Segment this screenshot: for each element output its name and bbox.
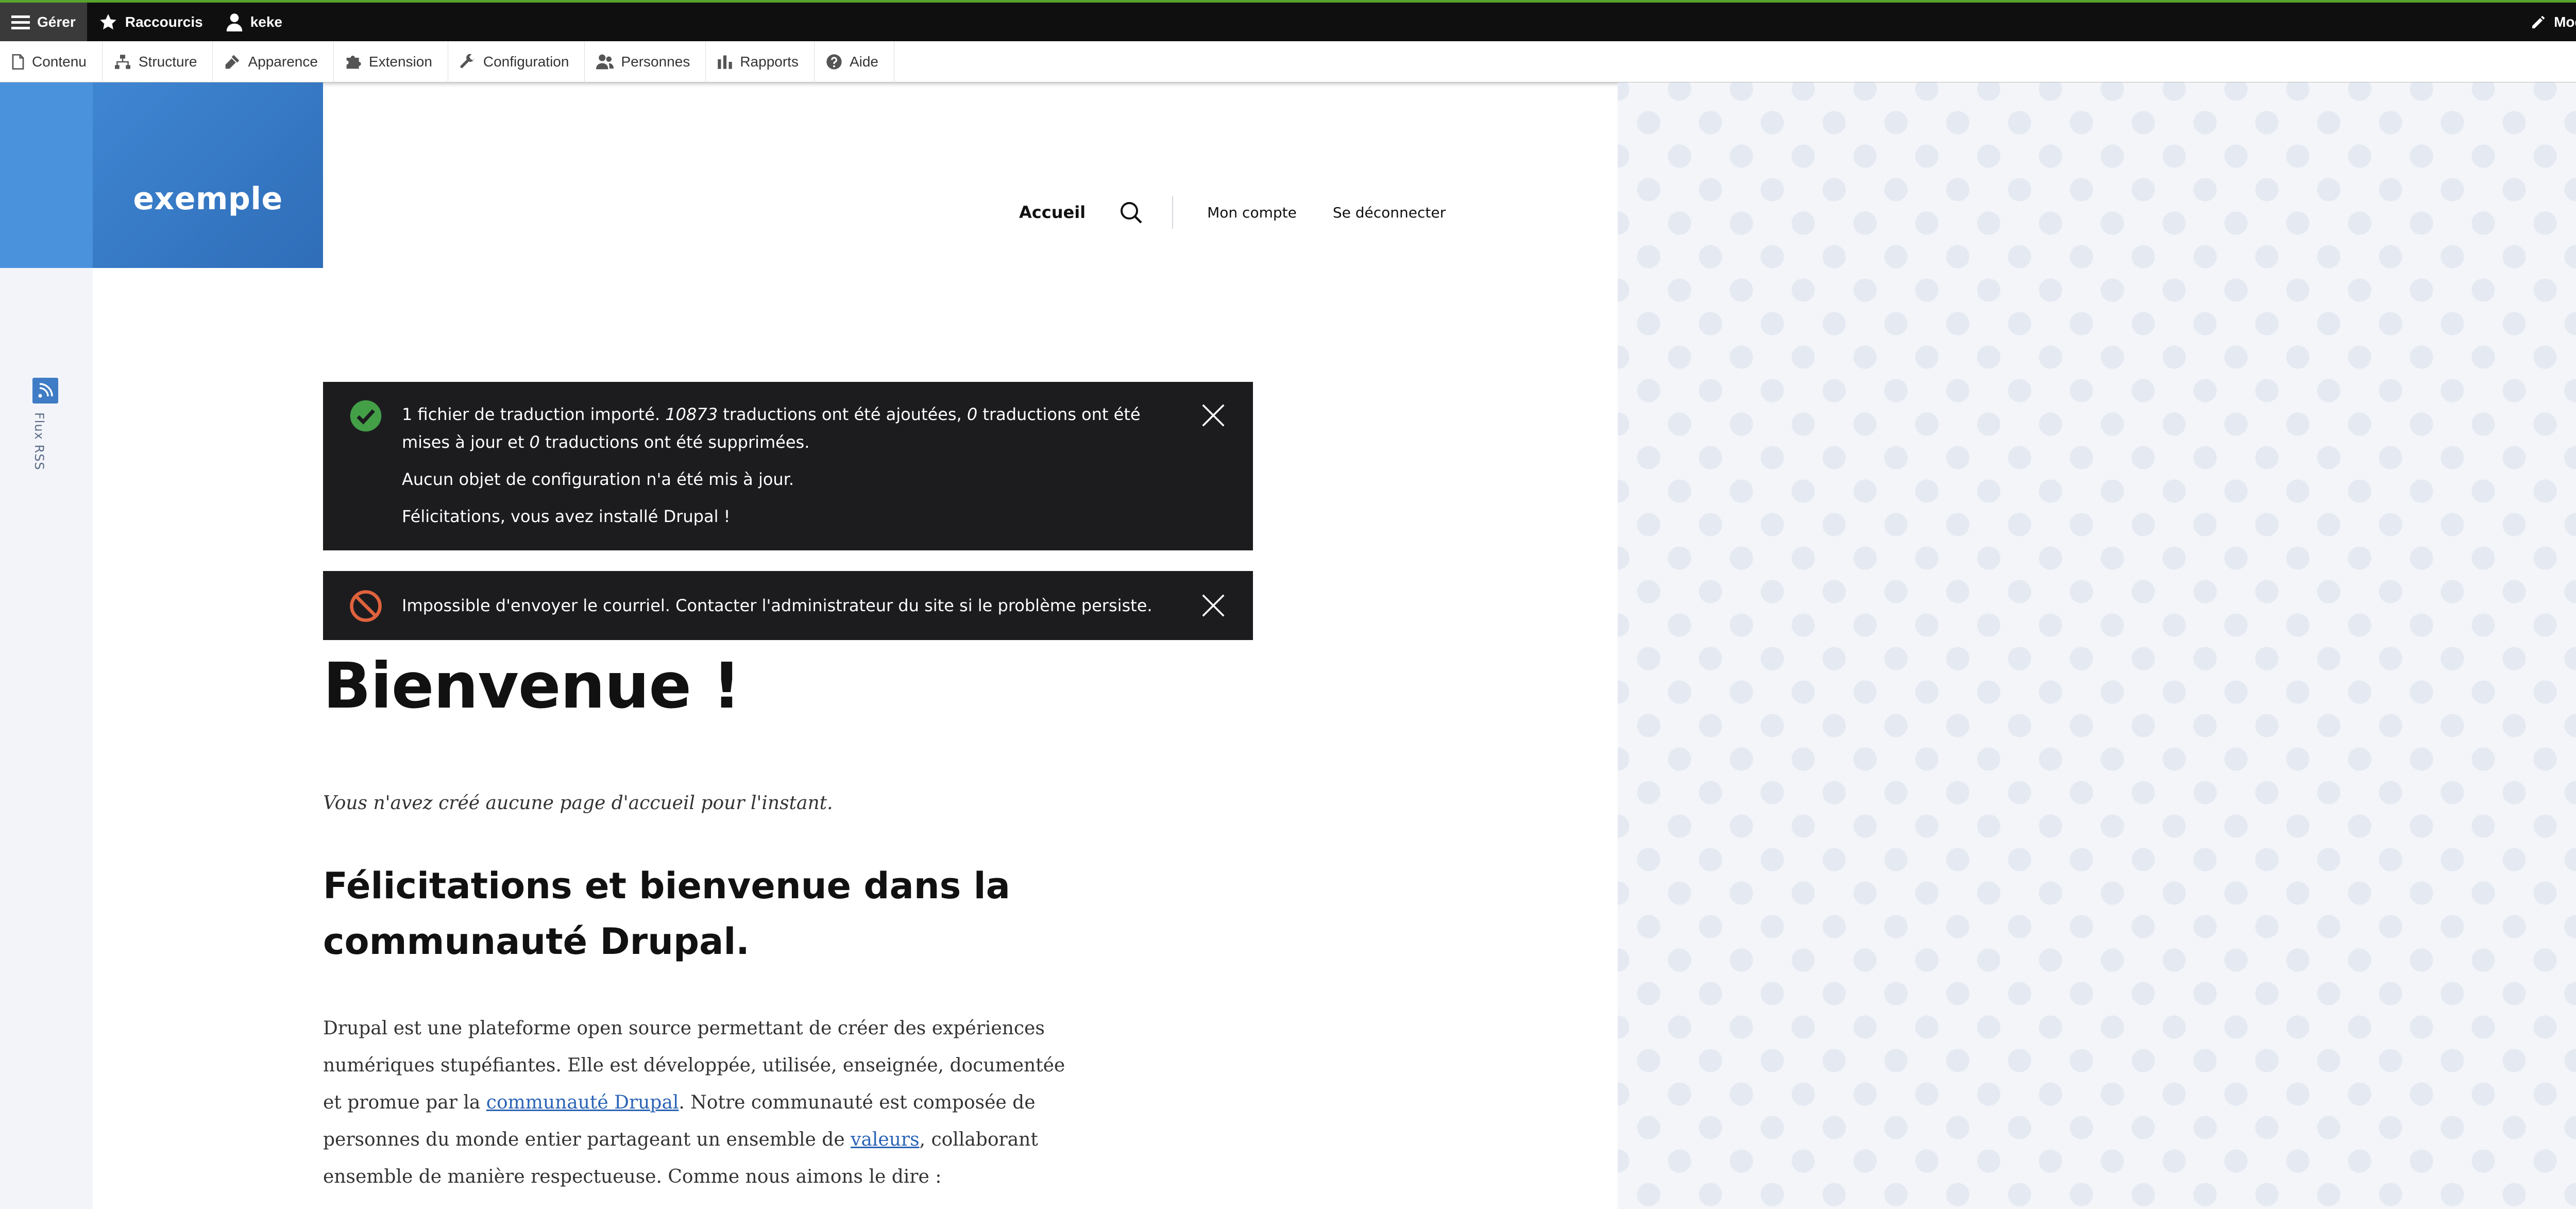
manage-tab[interactable]: Gérer bbox=[0, 3, 87, 41]
tray-item-label: Contenu bbox=[32, 53, 87, 70]
tray-item-label: Extension bbox=[368, 53, 432, 70]
search-button[interactable] bbox=[1118, 200, 1143, 225]
manage-tab-label: Gérer bbox=[37, 13, 76, 30]
user-tab-label: keke bbox=[250, 13, 282, 30]
edit-mode-button[interactable]: Modifier bbox=[2530, 3, 2576, 41]
status-line-congrats: Félicitations, vous avez installé Drupal… bbox=[402, 507, 731, 526]
rss-feed-icon[interactable] bbox=[32, 378, 58, 404]
welcome-paragraph: Drupal est une plateforme open source pe… bbox=[323, 1010, 1075, 1196]
nav-account-link[interactable]: Mon compte bbox=[1207, 204, 1297, 221]
bar-chart-icon bbox=[718, 55, 733, 69]
tray-item-extend[interactable]: Extension bbox=[334, 41, 448, 82]
tray-item-structure[interactable]: Structure bbox=[103, 41, 213, 82]
nav-home-link[interactable]: Accueil bbox=[1019, 203, 1086, 222]
decorative-pattern-offset bbox=[1618, 82, 2576, 1209]
status-text: traductions ont été supprimées. bbox=[539, 432, 810, 452]
intro-text: Vous n'avez créé aucune page d'accueil p… bbox=[323, 793, 833, 814]
sitemap-icon bbox=[114, 54, 130, 69]
admin-toolbar: Gérer Raccourcis keke Modifier bbox=[0, 0, 2576, 41]
values-link[interactable]: valeurs bbox=[851, 1129, 920, 1150]
tray-item-content[interactable]: Contenu bbox=[0, 41, 103, 82]
close-icon[interactable] bbox=[1199, 401, 1227, 429]
drupal-community-link[interactable]: communauté Drupal bbox=[486, 1092, 679, 1113]
header-accent bbox=[0, 82, 93, 268]
page-title: Bienvenue ! bbox=[323, 649, 741, 723]
puzzle-icon bbox=[346, 55, 361, 69]
tray-item-configuration[interactable]: Configuration bbox=[448, 41, 585, 82]
star-icon bbox=[99, 13, 116, 29]
main-navigation: Accueil Mon compte Se déconnecter bbox=[1019, 196, 1446, 229]
rss-feed-label[interactable]: Flux RSS bbox=[32, 412, 46, 471]
tray-item-label: Structure bbox=[138, 53, 197, 70]
tray-item-label: Apparence bbox=[248, 53, 318, 70]
site-branding: exemple bbox=[93, 82, 323, 268]
tray-item-label: Personnes bbox=[621, 53, 690, 70]
status-line-import: 1 fichier de traduction importé. 10873 t… bbox=[402, 400, 1190, 456]
status-text: 1 fichier de traduction importé. bbox=[402, 405, 666, 424]
nav-divider bbox=[1172, 196, 1174, 229]
tray-item-people[interactable]: Personnes bbox=[585, 41, 706, 82]
tray-item-help[interactable]: Aide bbox=[815, 41, 894, 82]
check-circle-icon bbox=[350, 400, 382, 432]
tray-item-label: Aide bbox=[849, 53, 878, 70]
file-icon bbox=[12, 54, 24, 70]
tray-item-label: Configuration bbox=[483, 53, 569, 70]
search-icon bbox=[1121, 202, 1142, 224]
wrench-icon bbox=[460, 54, 474, 68]
welcome-heading: Félicitations et bienvenue dans la commu… bbox=[323, 865, 1010, 963]
edit-mode-label: Modifier bbox=[2554, 13, 2576, 30]
error-message-body: Impossible d'envoyer le courriel. Contac… bbox=[402, 596, 1153, 615]
user-tab[interactable]: keke bbox=[214, 3, 294, 41]
admin-tray: Contenu Structure Apparence Extension Co… bbox=[0, 41, 2576, 82]
nav-logout-link[interactable]: Se déconnecter bbox=[1333, 204, 1446, 221]
tray-item-appearance[interactable]: Apparence bbox=[213, 41, 334, 82]
status-text: traductions ont été ajoutées, bbox=[718, 405, 967, 424]
shortcuts-tab-label: Raccourcis bbox=[125, 13, 203, 30]
shortcuts-tab[interactable]: Raccourcis bbox=[87, 3, 214, 41]
prohibited-icon bbox=[350, 590, 382, 622]
tray-item-reports[interactable]: Rapports bbox=[706, 41, 815, 82]
brush-icon bbox=[226, 55, 240, 69]
close-icon[interactable] bbox=[1199, 592, 1227, 619]
status-line-config: Aucun objet de configuration n'a été mis… bbox=[402, 469, 794, 489]
pencil-icon bbox=[2532, 15, 2545, 28]
menu-icon bbox=[11, 15, 30, 29]
help-icon bbox=[826, 54, 842, 70]
status-message: 1 fichier de traduction importé. 10873 t… bbox=[323, 382, 1253, 550]
status-message-body: 1 fichier de traduction importé. 10873 t… bbox=[402, 400, 1190, 530]
site-name[interactable]: exemple bbox=[133, 181, 282, 217]
deleted-count: 0 bbox=[529, 432, 540, 452]
error-message: Impossible d'envoyer le courriel. Contac… bbox=[323, 571, 1253, 640]
updated-count: 0 bbox=[967, 405, 978, 424]
tray-item-label: Rapports bbox=[740, 53, 799, 70]
added-count: 10873 bbox=[665, 405, 718, 424]
people-icon bbox=[596, 54, 614, 69]
user-icon bbox=[226, 13, 242, 31]
rss-icon bbox=[38, 383, 53, 398]
